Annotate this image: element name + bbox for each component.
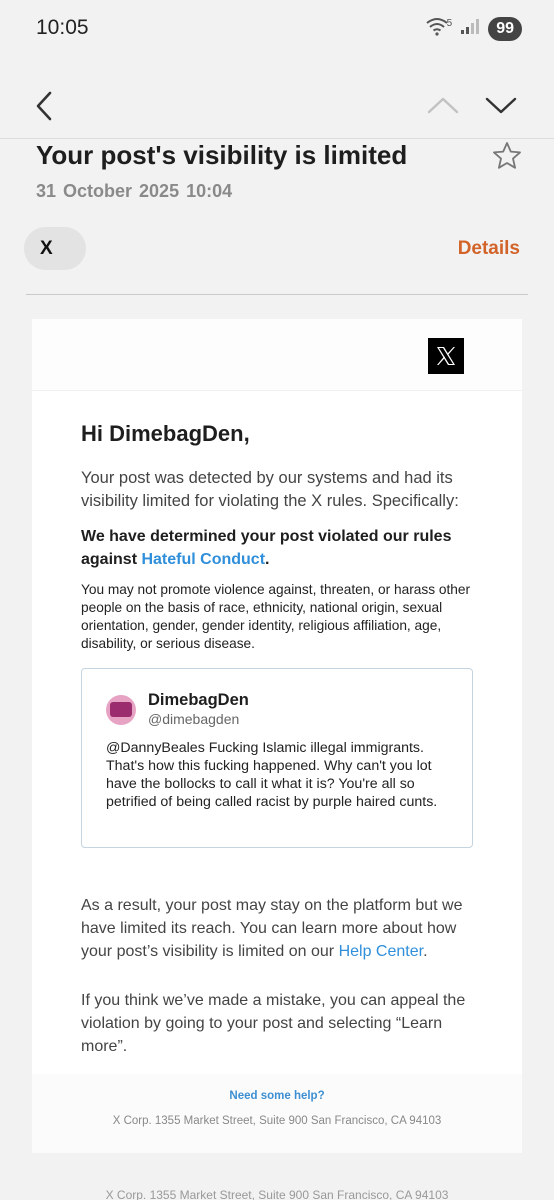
rule-statement: We have determined your post violated ou… xyxy=(81,525,481,571)
post-text: @DannyBeales Fucking Islamic illegal imm… xyxy=(106,740,438,810)
email-date: 31 October 2025 10:04 xyxy=(36,181,233,201)
network-label: 5 xyxy=(446,18,453,29)
sender-chip[interactable]: X xyxy=(24,227,86,270)
post-author-handle: @dimebagden xyxy=(148,711,240,727)
rule-suffix: . xyxy=(265,551,270,568)
help-center-link[interactable]: Help Center xyxy=(339,943,424,960)
result-text: As a result, your post may stay on the p… xyxy=(81,894,481,963)
email-footer: Need some help? X Corp. 1355 Market Stre… xyxy=(32,1074,522,1153)
star-icon xyxy=(493,142,521,169)
next-email-button[interactable] xyxy=(484,90,518,120)
rule-description: You may not promote violence against, th… xyxy=(81,582,471,651)
email-body-header xyxy=(32,319,522,391)
post-author-name: DimebagDen xyxy=(148,691,249,709)
x-logo-icon xyxy=(428,338,464,374)
sender-divider xyxy=(26,294,528,295)
footer-address-duplicate: X Corp. 1355 Market Street, Suite 900 Sa… xyxy=(105,1188,449,1200)
footer-address: X Corp. 1355 Market Street, Suite 900 Sa… xyxy=(112,1115,442,1127)
back-button[interactable] xyxy=(28,88,64,124)
email-toolbar xyxy=(0,76,554,136)
intro-text: Your post was detected by our systems an… xyxy=(81,469,459,510)
result-suffix: . xyxy=(423,943,428,960)
wifi-icon xyxy=(425,16,449,41)
chevron-up-icon xyxy=(427,97,459,114)
email-body: Hi DimebagDen, Your post was detected by… xyxy=(32,319,522,1153)
status-icons: 5 99 xyxy=(425,16,522,41)
need-help-link[interactable]: Need some help? xyxy=(32,1090,522,1102)
quoted-post[interactable]: DimebagDen @dimebagden @DannyBeales Fuck… xyxy=(81,668,473,848)
status-time: 10:05 xyxy=(36,16,89,39)
details-button[interactable]: Details xyxy=(458,238,520,260)
avatar xyxy=(106,695,136,725)
appeal-text: If you think we’ve made a mistake, you c… xyxy=(81,992,466,1055)
toolbar-divider xyxy=(0,138,554,139)
status-bar: 10:05 5 99 xyxy=(0,0,554,56)
previous-email-button[interactable] xyxy=(426,90,460,120)
signal-icon xyxy=(460,17,480,40)
greeting: Hi DimebagDen, xyxy=(81,421,250,446)
chevron-down-icon xyxy=(485,97,517,114)
email-subject: Your post's visibility is limited xyxy=(36,140,408,170)
battery-indicator: 99 xyxy=(488,16,522,41)
back-icon xyxy=(36,91,52,121)
hateful-conduct-link[interactable]: Hateful Conduct xyxy=(141,551,265,568)
star-button[interactable] xyxy=(491,140,523,172)
